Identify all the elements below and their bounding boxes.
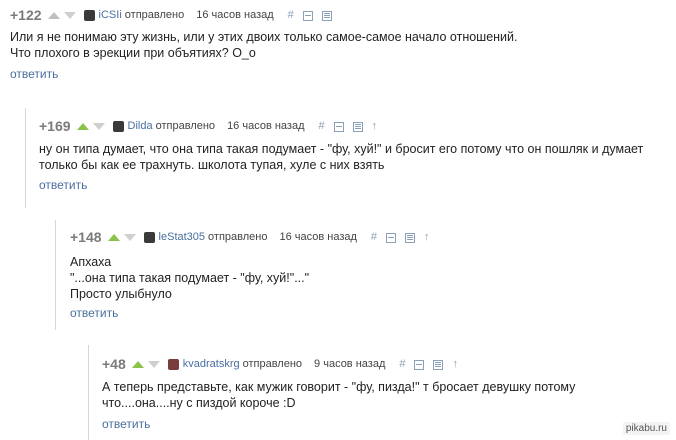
collapse-icon[interactable] xyxy=(386,232,397,243)
collapse-icon[interactable] xyxy=(414,359,425,370)
sent-label: отправлено xyxy=(124,9,185,21)
comment-text: Апхаха "...она типа такая подумает - "фу… xyxy=(70,254,309,302)
downvote-arrow-icon[interactable] xyxy=(63,11,76,19)
list-icon[interactable] xyxy=(352,121,363,132)
comment-header: +48 kvadratskrg отправлено 9 часов назад… xyxy=(102,353,467,375)
upvote-arrow-icon[interactable] xyxy=(107,233,120,241)
comment-username[interactable]: Dilda xyxy=(128,120,153,132)
comment-time: 16 часов назад xyxy=(279,231,357,243)
comment-rating: +48 xyxy=(102,356,126,372)
parent-arrow-icon[interactable]: ↑ xyxy=(424,231,430,243)
comment-header: +169 Dilda отправлено 16 часов назад # ↑ xyxy=(39,115,386,137)
downvote-arrow-icon[interactable] xyxy=(147,360,160,368)
comment-line: А теперь представьте, как мужик говорит … xyxy=(102,380,576,394)
upvote-arrow-icon[interactable] xyxy=(47,11,60,19)
comment-2: +169 Dilda отправлено 16 часов назад # ↑… xyxy=(25,108,676,208)
comment-header: +122 iCSIi отправлено 16 часов назад # xyxy=(10,4,341,26)
comment-line: "...она типа такая подумает - "фу, хуй!"… xyxy=(70,271,310,285)
upvote-arrow-icon[interactable] xyxy=(76,122,89,130)
comment-line: что....она....ну с пиздой короче :D xyxy=(102,396,296,410)
comment-time: 16 часов назад xyxy=(196,9,274,21)
avatar xyxy=(167,358,179,370)
comment-link-icon[interactable]: # xyxy=(288,9,294,21)
comment-rating: +122 xyxy=(10,7,42,23)
sent-label: отправлено xyxy=(242,358,303,370)
comment-line: ну он типа думает, что она типа такая по… xyxy=(39,142,644,156)
comment-line: Или я не понимаю эту жизнь, или у этих д… xyxy=(10,30,518,44)
comment-4: +48 kvadratskrg отправлено 9 часов назад… xyxy=(88,345,676,440)
comment-line: Апхаха xyxy=(70,255,112,269)
comment-link-icon[interactable]: # xyxy=(319,120,325,132)
comment-line: только бы как ее трахнуть. школота тупая… xyxy=(39,158,385,172)
comment-line: Что плохого в эрекции при объятиях? О_о xyxy=(10,46,256,60)
comment-text: Или я не понимаю эту жизнь, или у этих д… xyxy=(10,29,518,61)
upvote-arrow-icon[interactable] xyxy=(131,360,144,368)
comment-username[interactable]: iCSIi xyxy=(99,9,122,21)
parent-arrow-icon[interactable]: ↑ xyxy=(372,120,378,132)
reply-link[interactable]: ответить xyxy=(70,306,118,320)
downvote-arrow-icon[interactable] xyxy=(92,122,105,130)
avatar xyxy=(83,9,95,21)
sent-label: отправлено xyxy=(155,120,216,132)
collapse-icon[interactable] xyxy=(302,10,313,21)
avatar xyxy=(143,231,155,243)
comment-text: А теперь представьте, как мужик говорит … xyxy=(102,379,575,411)
comment-3: +148 leStat305 отправлено 16 часов назад… xyxy=(55,220,676,330)
reply-link[interactable]: ответить xyxy=(39,178,87,192)
comment-rating: +148 xyxy=(70,229,102,245)
comment-link-icon[interactable]: # xyxy=(371,231,377,243)
collapse-icon[interactable] xyxy=(333,121,344,132)
comment-username[interactable]: leStat305 xyxy=(159,231,205,243)
list-icon[interactable] xyxy=(321,10,332,21)
parent-arrow-icon[interactable]: ↑ xyxy=(452,358,458,370)
comment-link-icon[interactable]: # xyxy=(399,358,405,370)
sent-label: отправлено xyxy=(208,231,268,243)
downvote-arrow-icon[interactable] xyxy=(123,233,136,241)
reply-link[interactable]: ответить xyxy=(102,417,150,431)
comment-time: 16 часов назад xyxy=(227,120,305,132)
avatar xyxy=(112,120,124,132)
list-icon[interactable] xyxy=(433,359,444,370)
watermark: pikabu.ru xyxy=(622,422,670,435)
comment-time: 9 часов назад xyxy=(314,358,386,370)
comment-username[interactable]: kvadratskrg xyxy=(183,358,240,370)
comment-text: ну он типа думает, что она типа такая по… xyxy=(39,141,643,173)
list-icon[interactable] xyxy=(405,232,416,243)
reply-link[interactable]: ответить xyxy=(10,67,58,81)
comment-header: +148 leStat305 отправлено 16 часов назад… xyxy=(70,226,439,248)
comment-line: Просто улыбнуло xyxy=(70,287,172,301)
comment-1: +122 iCSIi отправлено 16 часов назад # И… xyxy=(0,0,676,92)
comment-rating: +169 xyxy=(39,118,71,134)
